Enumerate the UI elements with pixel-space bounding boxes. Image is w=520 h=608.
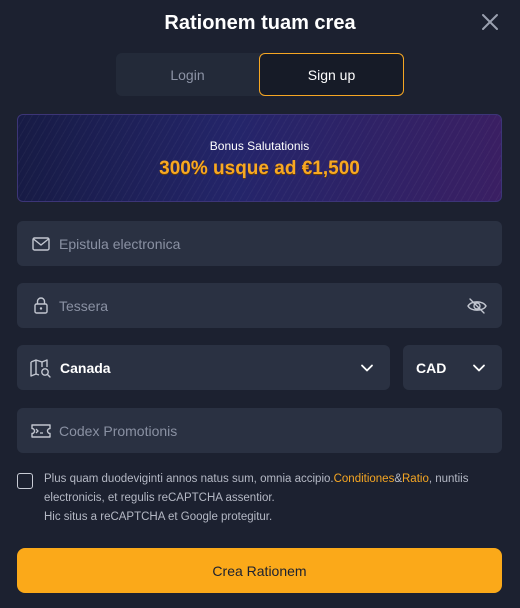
ratio-link[interactable]: Ratio bbox=[402, 473, 429, 485]
bonus-label: Bonus Salutationis bbox=[209, 139, 310, 153]
country-select[interactable]: Canada bbox=[17, 345, 390, 390]
welcome-bonus-banner: Bonus Salutationis 300% usque ad €1,500 bbox=[17, 114, 502, 202]
tab-signup[interactable]: Sign up bbox=[259, 53, 404, 96]
eye-off-icon[interactable] bbox=[466, 295, 488, 317]
auth-tabs: Login Sign up bbox=[116, 53, 404, 96]
promo-placeholder: Codex Promotionis bbox=[59, 422, 178, 439]
tab-login[interactable]: Login bbox=[116, 53, 259, 96]
email-placeholder: Epistula electronica bbox=[59, 235, 181, 252]
ticket-icon bbox=[30, 420, 52, 442]
password-field[interactable]: Tessera bbox=[17, 283, 502, 328]
promo-code-field[interactable]: Codex Promotionis bbox=[17, 408, 502, 453]
country-value: Canada bbox=[60, 359, 111, 376]
password-placeholder: Tessera bbox=[59, 297, 109, 314]
lock-icon bbox=[30, 295, 52, 317]
currency-select[interactable]: CAD bbox=[403, 345, 502, 390]
terms-text-before: Plus quam duodeviginti annos natus sum, … bbox=[44, 473, 334, 485]
create-account-button[interactable]: Crea Rationem bbox=[17, 548, 502, 593]
recaptcha-note: Hic situs a reCAPTCHA et Google protegit… bbox=[44, 511, 273, 523]
page-title: Rationem tuam crea bbox=[164, 12, 356, 34]
close-icon bbox=[482, 14, 498, 30]
map-search-icon bbox=[30, 357, 52, 379]
email-field[interactable]: Epistula electronica bbox=[17, 221, 502, 266]
terms-checkbox[interactable] bbox=[17, 473, 33, 489]
terms-row: Plus quam duodeviginti annos natus sum, … bbox=[17, 470, 502, 530]
envelope-icon bbox=[30, 233, 52, 255]
chevron-down-icon bbox=[472, 361, 486, 375]
terms-text: Plus quam duodeviginti annos natus sum, … bbox=[44, 470, 494, 527]
close-button[interactable] bbox=[478, 10, 502, 34]
bonus-amount: 300% usque ad €1,500 bbox=[159, 158, 360, 179]
currency-value: CAD bbox=[416, 359, 447, 376]
conditions-link[interactable]: Conditiones bbox=[334, 473, 395, 485]
chevron-down-icon bbox=[360, 361, 374, 375]
terms-ampersand: & bbox=[394, 473, 402, 485]
